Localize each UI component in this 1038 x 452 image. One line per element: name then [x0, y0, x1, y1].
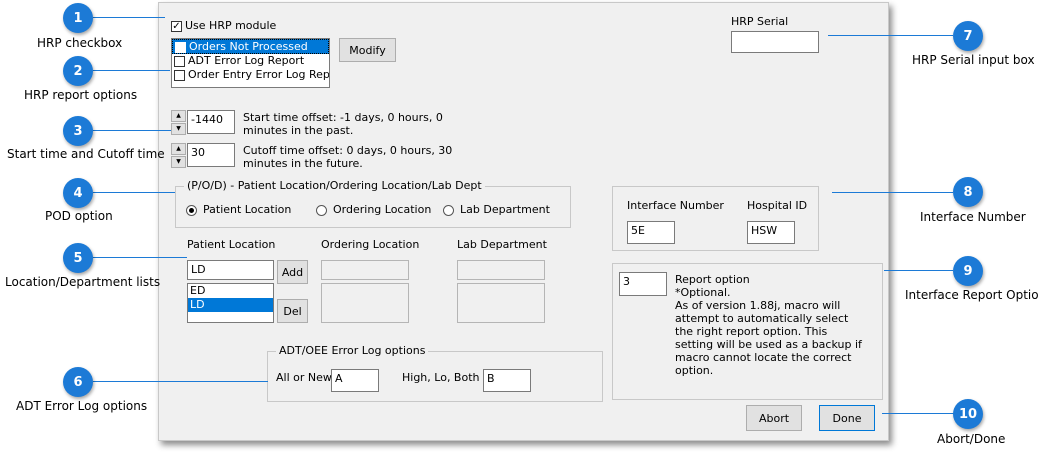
- start-time-input[interactable]: -1440: [187, 110, 235, 134]
- interface-number-input[interactable]: 5E: [627, 221, 675, 244]
- spin-up-icon[interactable]: ▲: [171, 143, 186, 155]
- report-check-icon: [174, 69, 185, 81]
- interface-number-label: Interface Number: [627, 199, 724, 212]
- list-item[interactable]: ED: [188, 284, 273, 298]
- callout-label: POD option: [45, 209, 113, 223]
- patient-location-input[interactable]: LD: [187, 260, 274, 280]
- use-hrp-label: Use HRP module: [185, 19, 277, 32]
- callout-badge: 8: [953, 177, 983, 207]
- callout-label: Abort/Done: [937, 432, 1006, 446]
- use-hrp-checkbox[interactable]: ✓ Use HRP module: [171, 19, 276, 32]
- report-check-icon: ✓: [175, 41, 186, 53]
- hrp-report-listbox[interactable]: ✓ Orders Not Processed ADT Error Log Repo…: [171, 38, 330, 88]
- callout-badge: 6: [63, 367, 93, 397]
- callout-label: Location/Department lists: [5, 275, 161, 289]
- hrp-serial-input[interactable]: [731, 31, 819, 53]
- pod-radio-ordering[interactable]: Ordering Location: [316, 203, 431, 216]
- callout-label: Start time and Cutoff time: [7, 147, 165, 161]
- callout-line: [828, 35, 953, 36]
- callout-line: [93, 257, 187, 258]
- pod-group-label: (P/O/D) - Patient Location/Ordering Loca…: [184, 179, 485, 192]
- all-new-label: All or New: [276, 371, 332, 384]
- callout-badge: 2: [63, 56, 93, 86]
- radio-selected-icon: [186, 204, 197, 216]
- start-time-text: Start time offset: -1 days, 0 hours, 0 m…: [243, 111, 443, 137]
- callout-line: [93, 381, 268, 382]
- callout-line: [884, 270, 953, 271]
- cutoff-time-text: Cutoff time offset: 0 days, 0 hours, 30 …: [243, 144, 453, 170]
- high-lo-both-input[interactable]: B: [483, 369, 531, 392]
- lab-department-label: Lab Department: [457, 238, 547, 251]
- callout-label: HRP report options: [24, 88, 138, 102]
- callout-label: HRP checkbox: [37, 36, 123, 50]
- done-button[interactable]: Done: [819, 405, 875, 431]
- spin-down-icon[interactable]: ▼: [171, 123, 186, 135]
- callout-line: [832, 192, 953, 193]
- abort-button[interactable]: Abort: [746, 405, 802, 431]
- report-option-text: *Optional. As of version 1.88j, macro wi…: [675, 286, 862, 377]
- hospital-id-input[interactable]: HSW: [747, 221, 795, 244]
- report-option-label: Orders Not Processed: [189, 40, 308, 53]
- callout-label: Interface Report Option: [905, 288, 1038, 302]
- report-option-row[interactable]: ✓ Orders Not Processed: [172, 39, 329, 54]
- spin-up-icon[interactable]: ▲: [171, 110, 186, 122]
- lab-department-input: [457, 260, 545, 280]
- adt-group-label: ADT/OEE Error Log options: [276, 344, 429, 357]
- callout-badge: 1: [63, 3, 93, 33]
- report-option-group: 3 Report option *Optional. As of version…: [612, 263, 883, 400]
- callout-label: Interface Number: [920, 210, 1026, 224]
- ordering-location-label: Ordering Location: [321, 238, 420, 251]
- report-option-row[interactable]: ADT Error Log Report: [172, 54, 329, 68]
- add-button[interactable]: Add: [277, 260, 308, 284]
- ordering-location-input: [321, 260, 409, 280]
- callout-badge: 5: [63, 243, 93, 273]
- pod-option-label: Lab Department: [460, 203, 550, 216]
- pod-option-label: Ordering Location: [333, 203, 432, 216]
- callout-label: ADT Error Log options: [16, 399, 148, 413]
- radio-icon: [443, 204, 454, 216]
- callout-label: HRP Serial input box: [912, 53, 1035, 67]
- pod-radio-lab[interactable]: Lab Department: [443, 203, 550, 216]
- modify-button[interactable]: Modify: [339, 38, 396, 62]
- ordering-location-list: [321, 283, 409, 323]
- patient-location-list[interactable]: ED LD: [187, 283, 274, 323]
- callout-badge: 4: [63, 178, 93, 208]
- hrp-serial-label: HRP Serial: [731, 15, 789, 28]
- callout-badge: 9: [953, 256, 983, 286]
- list-item[interactable]: LD: [188, 298, 273, 312]
- callout-line: [93, 130, 171, 131]
- callout-line: [93, 192, 175, 193]
- callout-line: [93, 70, 170, 71]
- report-option-row[interactable]: Order Entry Error Log Report: [172, 68, 329, 82]
- spin-down-icon[interactable]: ▼: [171, 156, 186, 168]
- pod-group: (P/O/D) - Patient Location/Ordering Loca…: [175, 179, 571, 228]
- del-button[interactable]: Del: [277, 299, 308, 323]
- report-option-label: Order Entry Error Log Report: [188, 68, 330, 81]
- callout-line: [882, 413, 954, 414]
- report-check-icon: [174, 55, 185, 67]
- callout-line: [93, 17, 165, 18]
- radio-icon: [316, 204, 327, 216]
- use-hrp-check-icon: ✓: [171, 20, 182, 32]
- callout-badge: 10: [953, 399, 983, 429]
- cutoff-time-spinner[interactable]: ▲ ▼: [171, 143, 186, 168]
- patient-location-label: Patient Location: [187, 238, 276, 251]
- hrp-settings-dialog: ✓ Use HRP module ✓ Orders Not Processed AD…: [158, 2, 889, 441]
- interface-group: Interface Number 5E Hospital ID HSW: [612, 186, 819, 251]
- report-option-label: ADT Error Log Report: [188, 54, 305, 67]
- pod-option-label: Patient Location: [203, 203, 292, 216]
- adt-group: ADT/OEE Error Log options All or New A H…: [267, 344, 603, 402]
- pod-radio-patient[interactable]: Patient Location: [186, 203, 291, 216]
- callout-badge: 3: [63, 116, 93, 146]
- start-time-spinner[interactable]: ▲ ▼: [171, 110, 186, 135]
- cutoff-time-input[interactable]: 30: [187, 143, 235, 167]
- report-option-input[interactable]: 3: [619, 272, 667, 296]
- report-option-title: Report option: [675, 273, 750, 286]
- lab-department-list: [457, 283, 545, 323]
- callout-badge: 7: [953, 21, 983, 51]
- all-new-input[interactable]: A: [331, 369, 379, 392]
- high-lo-both-label: High, Lo, Both: [402, 371, 480, 384]
- hospital-id-label: Hospital ID: [747, 199, 808, 212]
